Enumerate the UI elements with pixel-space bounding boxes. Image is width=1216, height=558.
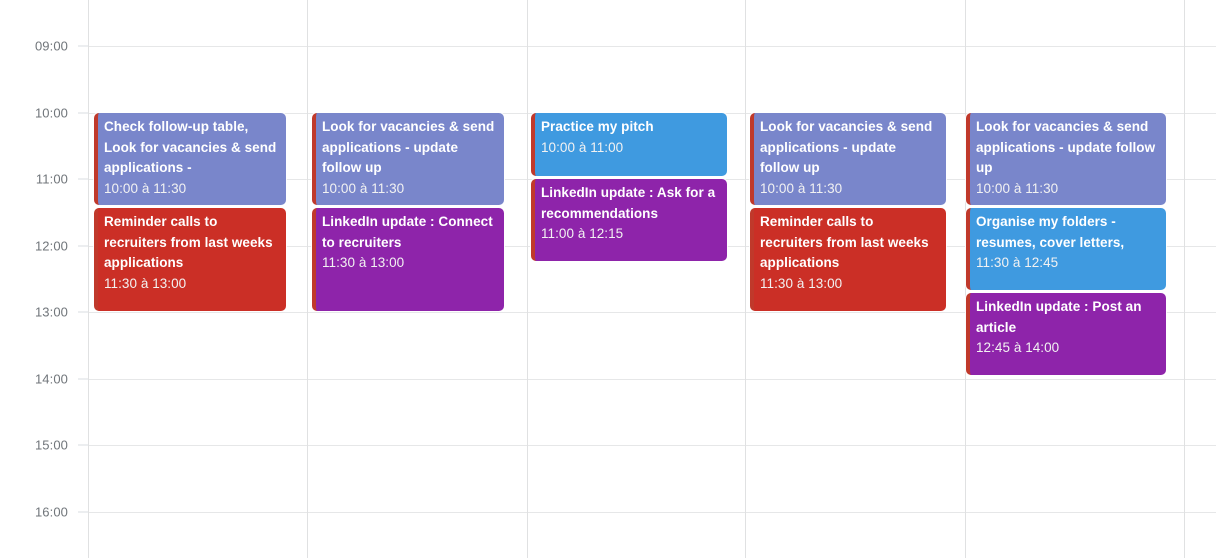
calendar-event-title: Organise my folders - resumes, cover let…	[976, 214, 1125, 250]
calendar-event[interactable]: Practice my pitch 10:00 à 11:00	[531, 113, 727, 176]
day-column-divider	[88, 0, 89, 558]
calendar-event[interactable]: Reminder calls to recruiters from last w…	[750, 208, 946, 311]
hour-gridline	[88, 445, 1216, 446]
calendar-event-title: Look for vacancies & send applications -…	[760, 119, 933, 176]
time-axis-tick	[78, 311, 88, 313]
calendar-event[interactable]: LinkedIn update : Ask for a recommendati…	[531, 179, 727, 261]
calendar-event-title: Reminder calls to recruiters from last w…	[760, 214, 929, 271]
calendar-event-time: 12:45 à 14:00	[976, 340, 1060, 356]
time-axis-label: 12:00	[34, 238, 68, 254]
calendar-event-time: 10:00 à 11:30	[322, 181, 405, 197]
time-axis-label: 14:00	[34, 371, 68, 387]
day-column-divider	[745, 0, 746, 558]
day-column-divider	[527, 0, 528, 558]
time-axis-tick	[78, 245, 88, 247]
time-axis-tick	[78, 112, 88, 114]
calendar-event-title: Look for vacancies & send applications -…	[322, 119, 495, 176]
hour-gridline	[88, 379, 1216, 380]
calendar-event[interactable]: Reminder calls to recruiters from last w…	[94, 208, 286, 311]
calendar-event-title: LinkedIn update : Connect to recruiters	[322, 214, 493, 250]
time-axis-tick	[78, 378, 88, 380]
calendar-event-time: 10:00 à 11:30	[760, 181, 843, 197]
time-axis-label: 15:00	[34, 437, 68, 453]
time-axis-tick	[78, 511, 88, 513]
calendar-event-time: 11:00 à 12:15	[541, 226, 624, 242]
time-axis-tick	[78, 45, 88, 47]
calendar-event-time: 11:30 à 12:45	[976, 255, 1059, 271]
calendar-event[interactable]: Look for vacancies & send applications -…	[312, 113, 504, 205]
calendar-event-title: Look for vacancies & send applications -…	[976, 119, 1156, 176]
calendar-event-title: Practice my pitch	[541, 119, 654, 134]
calendar-event-time: 10:00 à 11:00	[541, 139, 624, 155]
calendar-event-time: 11:30 à 13:00	[322, 255, 405, 271]
calendar-event[interactable]: LinkedIn update : Connect to recruiters 1…	[312, 208, 504, 311]
time-axis-label: 13:00	[34, 304, 68, 320]
calendar-event-title: LinkedIn update : Ask for a recommendati…	[541, 185, 716, 221]
calendar-event-time: 10:00 à 11:30	[104, 181, 187, 197]
hour-gridline	[88, 46, 1216, 47]
calendar-event-title: Check follow-up table, Look for vacancie…	[104, 119, 277, 176]
time-axis-tick	[78, 178, 88, 180]
day-column-divider	[1184, 0, 1185, 558]
calendar-week-grid: 09:00 10:00 11:00 12:00 13:00 14:00 15:00 16:00…	[0, 0, 1216, 558]
calendar-event[interactable]: Look for vacancies & send applications -…	[966, 113, 1166, 205]
calendar-event[interactable]: Look for vacancies & send applications -…	[750, 113, 946, 205]
day-column-divider	[307, 0, 308, 558]
hour-gridline	[88, 512, 1216, 513]
calendar-event[interactable]: LinkedIn update : Post an article 12:45 à…	[966, 293, 1166, 375]
time-axis-label: 16:00	[34, 504, 68, 520]
calendar-event[interactable]: Organise my folders - resumes, cover let…	[966, 208, 1166, 290]
time-axis-label: 11:00	[35, 171, 68, 187]
calendar-event-time: 10:00 à 11:30	[976, 181, 1059, 197]
calendar-event-time: 11:30 à 13:00	[104, 276, 187, 292]
time-axis-tick	[78, 444, 88, 446]
calendar-event-time: 11:30 à 13:00	[760, 276, 843, 292]
calendar-event[interactable]: Check follow-up table, Look for vacancie…	[94, 113, 286, 205]
time-axis-label: 09:00	[34, 38, 68, 54]
calendar-event-title: Reminder calls to recruiters from last w…	[104, 214, 273, 271]
calendar-event-title: LinkedIn update : Post an article	[976, 299, 1142, 335]
time-axis-label: 10:00	[34, 105, 68, 121]
time-axis: 09:00 10:00 11:00 12:00 13:00 14:00 15:00 16:00	[0, 0, 88, 558]
